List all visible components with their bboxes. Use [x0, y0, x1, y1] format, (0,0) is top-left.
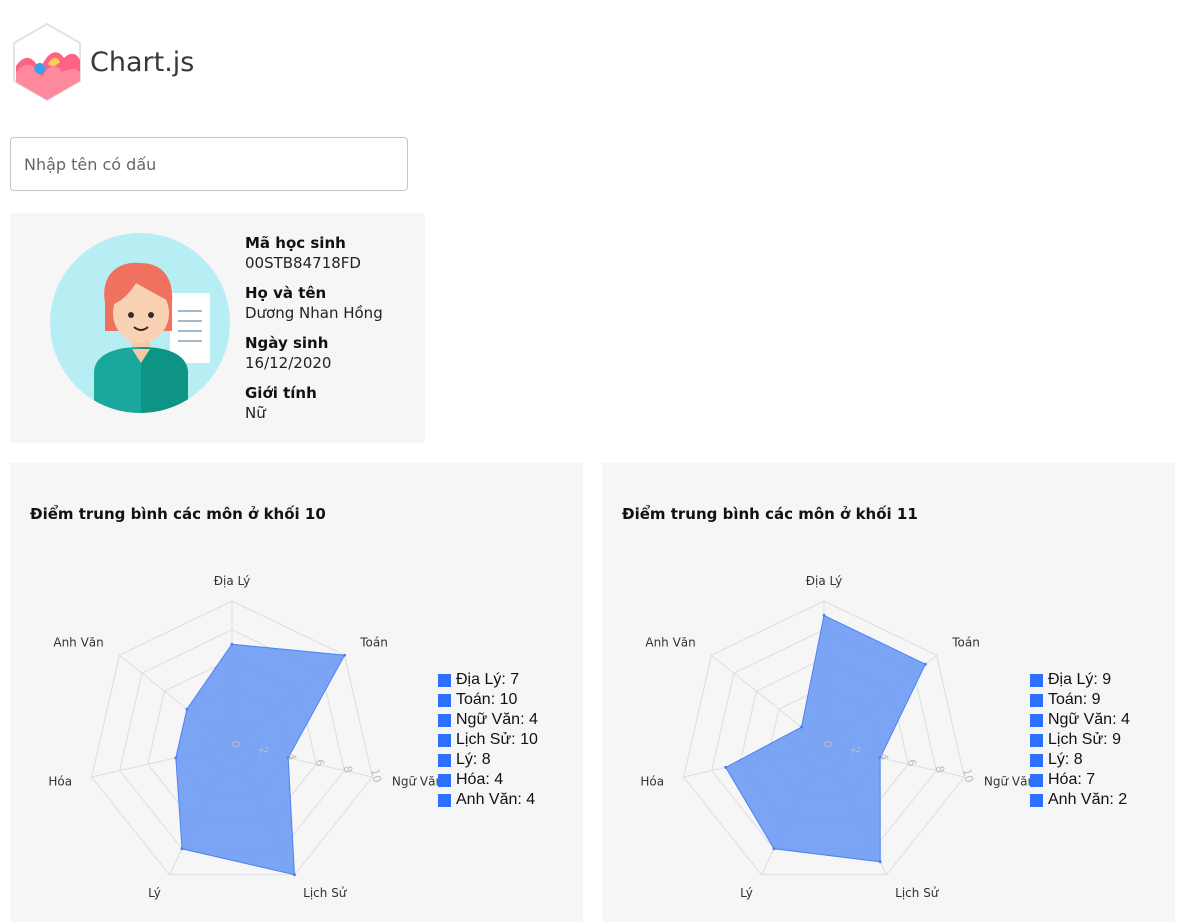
legend-label: Địa Lý: 9 — [1048, 671, 1112, 688]
legend-item[interactable]: Địa Lý: 7 — [438, 670, 538, 690]
legend-label: Lịch Sử: 10 — [456, 731, 538, 748]
legend-item[interactable]: Địa Lý: 9 — [1030, 670, 1130, 690]
legend-item[interactable]: Ngữ Văn: 4 — [1030, 710, 1130, 730]
legend-swatch — [1030, 693, 1043, 707]
data-point — [180, 847, 184, 851]
student-avatar — [50, 233, 230, 413]
legend-swatch — [1030, 793, 1043, 807]
legend-item[interactable]: Toán: 9 — [1030, 690, 1130, 710]
category-label: Toán — [951, 636, 980, 650]
legend-item[interactable]: Lịch Sử: 10 — [438, 730, 538, 750]
legend-label: Ngữ Văn: 4 — [456, 711, 538, 728]
brand-name: Chart.js — [90, 46, 195, 78]
legend-item[interactable]: Lịch Sử: 9 — [1030, 730, 1130, 750]
legend-swatch — [1030, 733, 1043, 747]
tick-label: 10 — [368, 767, 384, 784]
legend-item[interactable]: Lý: 8 — [1030, 750, 1130, 770]
legend-label: Hóa: 7 — [1048, 771, 1096, 788]
student-id: 00STB84718FD — [245, 254, 361, 272]
category-label: Hóa — [640, 774, 664, 788]
legend-item[interactable]: Lý: 8 — [438, 750, 538, 770]
student-info: Mã học sinh 00STB84718FD Họ và tên Dương… — [245, 233, 383, 433]
chart-legend: Địa Lý: 7 Toán: 10 Ngữ Văn: 4 Lịch Sử: 1… — [438, 670, 538, 810]
category-label: Lịch Sử — [895, 886, 940, 900]
chart-legend: Địa Lý: 9 Toán: 9 Ngữ Văn: 4 Lịch Sử: 9 … — [1030, 670, 1130, 810]
legend-item[interactable]: Hóa: 4 — [438, 770, 538, 790]
legend-swatch — [438, 773, 451, 787]
category-label: Địa Lý — [806, 574, 843, 588]
student-name: Dương Nhan Hồng — [245, 304, 383, 322]
legend-swatch — [1030, 753, 1043, 767]
category-label: Lý — [740, 886, 753, 900]
chart-panel-grade-11: Điểm trung bình các môn ở khối 11 024681… — [602, 463, 1175, 922]
legend-label: Toán: 10 — [456, 691, 518, 708]
data-point — [174, 756, 178, 760]
category-label: Ngữ Văn — [984, 774, 1035, 788]
legend-label: Ngữ Văn: 4 — [1048, 711, 1130, 728]
legend-swatch — [1030, 713, 1043, 727]
legend-item[interactable]: Toán: 10 — [438, 690, 538, 710]
data-point — [724, 765, 728, 769]
legend-label: Lịch Sử: 9 — [1048, 731, 1121, 748]
data-point — [343, 653, 347, 657]
student-dob: 16/12/2020 — [245, 354, 332, 372]
data-point — [822, 613, 826, 617]
student-gender-label: Giới tính — [245, 384, 317, 402]
data-point — [185, 707, 189, 711]
tick-label: 10 — [960, 767, 976, 784]
category-label: Anh Văn — [53, 636, 103, 650]
legend-swatch — [438, 713, 451, 727]
student-id-label: Mã học sinh — [245, 234, 346, 252]
legend-swatch — [1030, 673, 1043, 687]
legend-item[interactable]: Anh Văn: 2 — [1030, 790, 1130, 810]
data-point — [772, 847, 776, 851]
legend-label: Anh Văn: 4 — [456, 791, 536, 808]
legend-item[interactable]: Hóa: 7 — [1030, 770, 1130, 790]
chart-panel-grade-10: Điểm trung bình các môn ở khối 10 024681… — [10, 463, 583, 922]
category-label: Lý — [148, 886, 161, 900]
legend-swatch — [1030, 773, 1043, 787]
name-search-input[interactable] — [10, 137, 408, 191]
data-point — [799, 725, 803, 729]
data-point — [292, 873, 296, 877]
category-label: Anh Văn — [645, 636, 695, 650]
category-label: Ngữ Văn — [392, 774, 443, 788]
category-label: Hóa — [48, 774, 72, 788]
chartjs-logo-icon — [13, 22, 81, 102]
category-label: Toán — [359, 636, 388, 650]
student-name-label: Họ và tên — [245, 284, 327, 302]
data-point — [923, 662, 927, 666]
legend-label: Hóa: 4 — [456, 771, 504, 788]
category-label: Lịch Sử — [303, 886, 348, 900]
brand-logo: Chart.js — [12, 22, 194, 102]
student-dob-label: Ngày sinh — [245, 334, 329, 352]
category-label: Địa Lý — [214, 574, 251, 588]
legend-item[interactable]: Ngữ Văn: 4 — [438, 710, 538, 730]
legend-label: Toán: 9 — [1048, 691, 1101, 708]
legend-label: Anh Văn: 2 — [1048, 791, 1128, 808]
data-point — [878, 860, 882, 864]
legend-item[interactable]: Anh Văn: 4 — [438, 790, 538, 810]
data-point — [230, 642, 234, 646]
legend-label: Lý: 8 — [1048, 751, 1083, 768]
legend-swatch — [438, 673, 451, 687]
data-area — [725, 614, 926, 863]
legend-swatch — [438, 793, 451, 807]
legend-label: Lý: 8 — [456, 751, 491, 768]
legend-swatch — [438, 733, 451, 747]
legend-label: Địa Lý: 7 — [456, 671, 520, 688]
legend-swatch — [438, 693, 451, 707]
student-card: Mã học sinh 00STB84718FD Họ và tên Dương… — [10, 213, 425, 443]
student-gender: Nữ — [245, 404, 266, 422]
legend-swatch — [438, 753, 451, 767]
